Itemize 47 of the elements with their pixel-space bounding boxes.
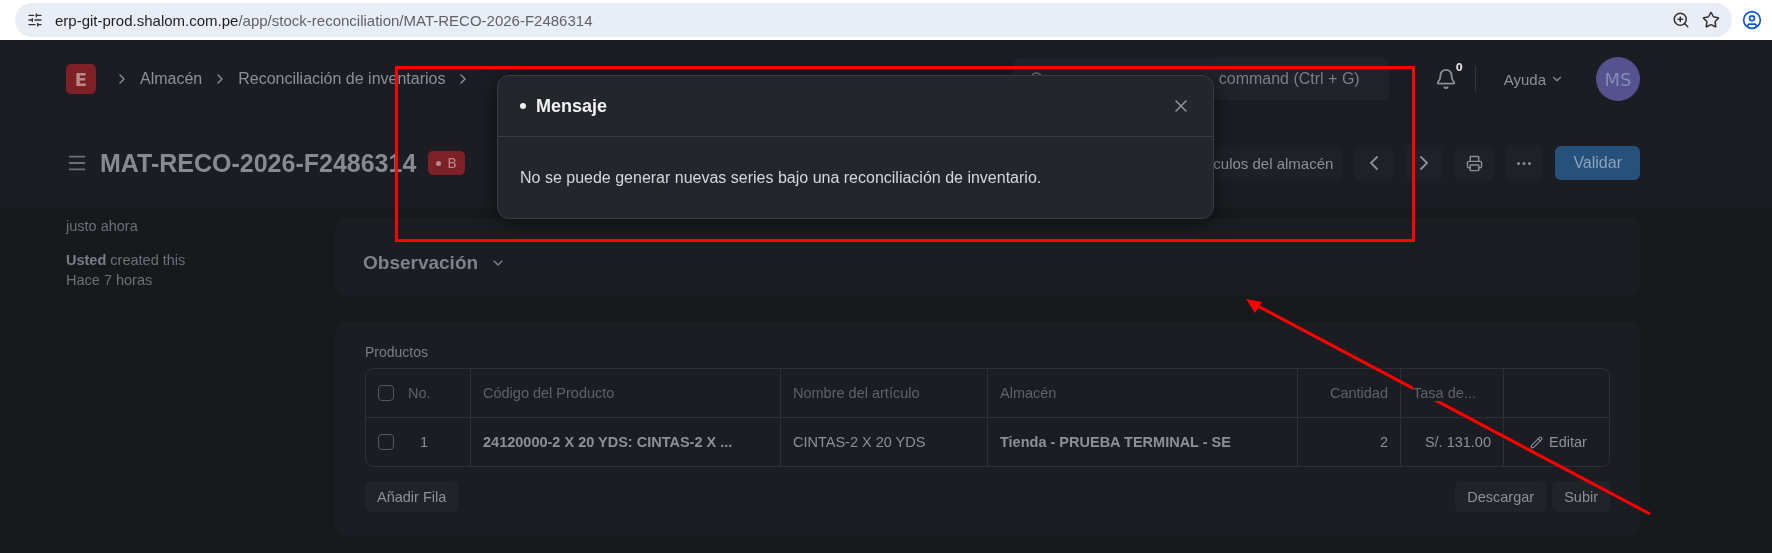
table-label: Productos	[365, 344, 430, 360]
column-header: Nombre del artículo	[793, 385, 920, 401]
print-button[interactable]	[1455, 145, 1494, 181]
row-number: 1	[420, 434, 429, 450]
ellipsis-icon	[1517, 161, 1532, 165]
table-cell: 24120000-2 X 20 YDS: CINTAS-2 X ...	[483, 434, 733, 450]
indicator-dot	[520, 103, 526, 109]
upload-button[interactable]: Subir	[1552, 481, 1610, 512]
printer-icon	[1465, 154, 1483, 172]
chevron-right-icon	[1420, 156, 1429, 170]
pencil-icon	[1530, 435, 1543, 449]
previous-button[interactable]	[1355, 145, 1394, 181]
dialog-title: Mensaje	[536, 95, 608, 117]
activity-text: Usted created this	[66, 252, 187, 268]
checkbox[interactable]	[378, 434, 394, 450]
column-header: No.	[408, 385, 431, 401]
notification-count: 0	[1455, 62, 1463, 73]
column-header: Almacén	[1000, 385, 1057, 401]
bell-icon[interactable]	[1434, 68, 1457, 90]
chevron-left-icon	[1370, 156, 1379, 170]
url-text: erp-git-prod.shalom.com.pe/app/stock-reconciliation/MAT-RECO-2026-F2486314	[55, 11, 594, 29]
validate-button[interactable]: Validar	[1555, 146, 1640, 180]
zoom-icon[interactable]	[1672, 11, 1690, 29]
table-cell: S/. 131.00	[1424, 434, 1491, 450]
table-cell: CINTAS-2 X 20 YDS	[793, 434, 926, 450]
add-row-button[interactable]: Añadir Fila	[365, 481, 459, 512]
column-header: Cantidad	[1329, 385, 1388, 401]
table-cell: Tienda - PRUEBA TERMINAL - SE	[1000, 434, 1231, 450]
profile-icon[interactable]	[1742, 10, 1762, 30]
table-cell: 2	[1379, 434, 1388, 450]
timestamp: justo ahora	[66, 218, 139, 234]
site-info-icon[interactable]	[27, 12, 43, 28]
download-button[interactable]: Descargar	[1455, 481, 1547, 512]
column-header: Código del Producto	[483, 385, 615, 401]
next-button[interactable]	[1405, 145, 1444, 181]
activity-time: Hace 7 horas	[66, 272, 154, 288]
star-icon[interactable]	[1702, 11, 1720, 29]
app-logo[interactable]: E	[66, 64, 96, 94]
column-header: Tasa de...	[1413, 385, 1476, 401]
help-menu[interactable]: Ayuda	[1493, 70, 1574, 88]
status-badge: B	[428, 151, 465, 175]
checkbox[interactable]	[378, 385, 394, 401]
address-bar[interactable]: erp-git-prod.shalom.com.pe/app/stock-reconciliation/MAT-RECO-2026-F2486314	[15, 3, 1732, 37]
section-toggle[interactable]: Observación	[363, 252, 507, 274]
edit-button[interactable]: Editar	[1524, 433, 1593, 451]
dialog-message: No se puede generar nuevas series bajo una reconciliación de inventario.	[520, 168, 1042, 187]
breadcrumb-link[interactable]: Almacén	[140, 70, 203, 88]
